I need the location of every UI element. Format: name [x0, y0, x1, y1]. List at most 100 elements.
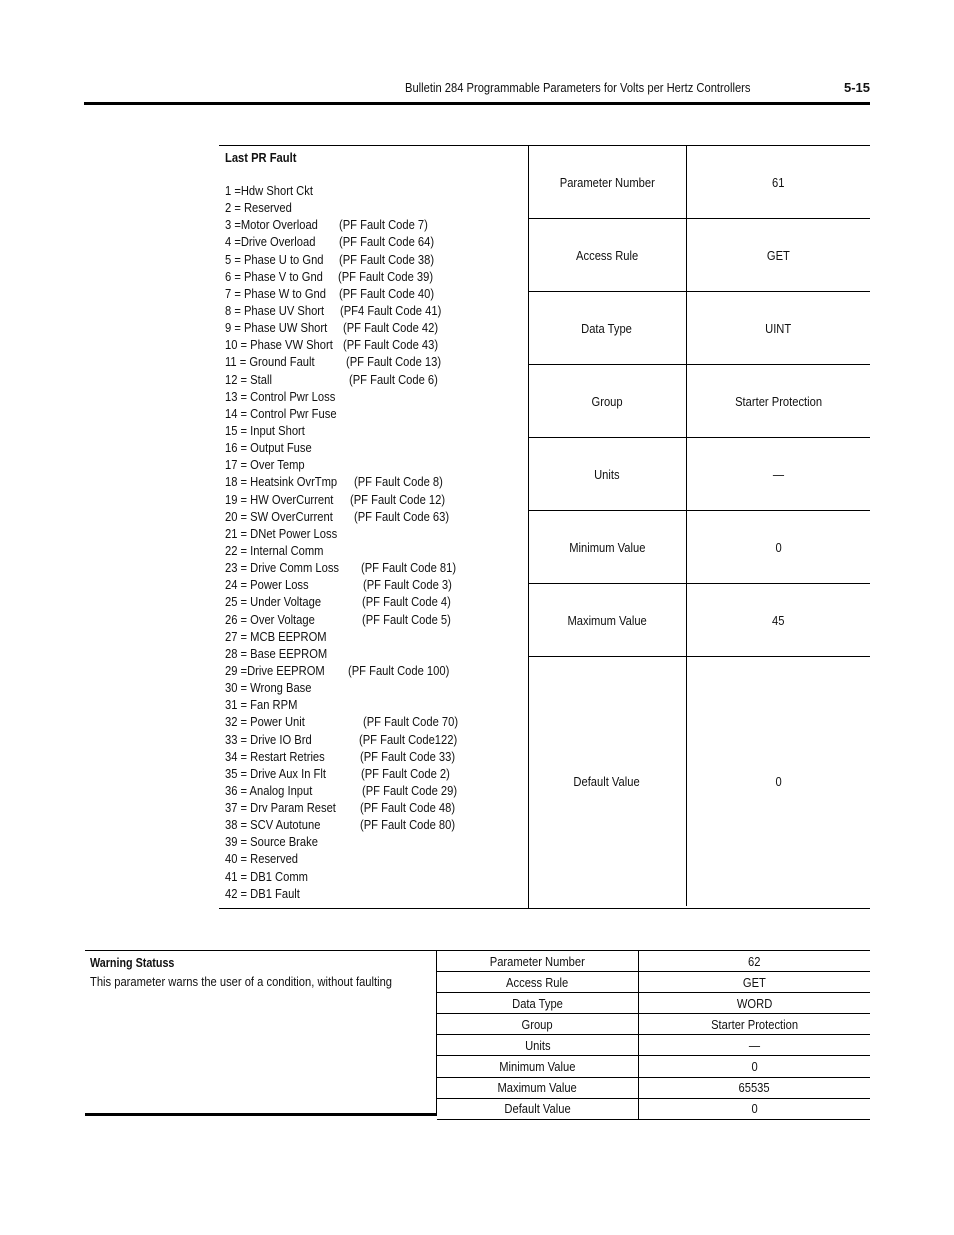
- property-label: Maximum Value: [528, 584, 687, 656]
- property-value-text: GET: [766, 247, 790, 263]
- property-value: 0: [639, 1056, 870, 1076]
- fault-name: 1 =Hdw Short Ckt: [225, 183, 313, 198]
- page-header: Bulletin 284 Programmable Parameters for…: [84, 78, 870, 102]
- fault-name: 35 = Drive Aux In Flt: [225, 765, 326, 781]
- pf-fault-code: (PF Fault Code 2): [361, 765, 450, 781]
- property-value-text: 62: [748, 953, 761, 969]
- pf-fault-code: (PF Fault Code 8): [354, 474, 443, 490]
- property-label-text: Access Rule: [506, 974, 569, 990]
- pf-fault-code: (PF Fault Code 64): [339, 234, 435, 250]
- pf-fault-code: (PF Fault Code 38): [339, 251, 435, 267]
- fault-name: 27 = MCB EEPROM: [225, 628, 327, 644]
- property-label: Minimum Value: [528, 511, 687, 583]
- property-value: GET: [639, 972, 870, 992]
- fault-name: 26 = Over Voltage: [225, 611, 315, 627]
- page-number: 5-15: [843, 80, 870, 95]
- pf-fault-code: (PF Fault Code 43): [343, 337, 439, 353]
- property-label-text: Units: [594, 466, 620, 482]
- pf-fault-code: (PF Fault Code 40): [339, 285, 435, 301]
- fault-name: 36 = Analog Input: [225, 782, 313, 798]
- warning-status-table: Warning Statuss This parameter warns the…: [85, 950, 870, 1120]
- property-row: Maximum Value 65535: [437, 1077, 870, 1099]
- parameter-description: This parameter warns the user of a condi…: [90, 974, 393, 989]
- fault-name: 37 = Drv Param Reset: [225, 800, 336, 816]
- property-row: Access Rule GET: [528, 219, 870, 292]
- property-value: 0: [639, 1099, 870, 1119]
- property-row: Parameter Number 62: [437, 951, 870, 973]
- pf-fault-code: (PF Fault Code 39): [338, 268, 434, 284]
- property-row: Parameter Number 61: [528, 146, 870, 219]
- property-value: 61: [687, 146, 870, 218]
- fault-name: 38 = SCV Autotune: [225, 817, 321, 833]
- property-row: Units —: [437, 1035, 870, 1057]
- pf-fault-code: (PF Fault Code 29): [362, 782, 458, 798]
- property-label: Access Rule: [528, 219, 687, 291]
- property-value: GET: [687, 219, 870, 291]
- property-label-text: Parameter Number: [559, 174, 655, 190]
- property-row: Data Type WORD: [437, 993, 870, 1015]
- pf-fault-code: (PF Fault Code 6): [349, 371, 438, 387]
- property-value: 62: [639, 951, 870, 971]
- fault-name: 8 = Phase UV Short: [225, 302, 325, 318]
- fault-name: 34 = Restart Retries: [225, 748, 325, 764]
- property-label: Data Type: [437, 993, 639, 1014]
- fault-name: 19 = HW OverCurrent: [225, 491, 334, 507]
- pf-fault-code: (PF Fault Code 7): [339, 217, 428, 233]
- property-value-text: Starter Protection: [711, 1016, 798, 1032]
- fault-name: 31 = Fan RPM: [225, 697, 298, 713]
- pf-fault-code: (PF Fault Code 80): [360, 817, 456, 833]
- pf-fault-code: (PF Fault Code 42): [343, 320, 439, 336]
- property-row: Minimum Value 0: [437, 1056, 870, 1078]
- property-label: Group: [437, 1014, 639, 1035]
- property-label-text: Group: [591, 393, 623, 409]
- property-value: —: [687, 438, 870, 510]
- header-rule: [84, 102, 870, 105]
- property-row: Minimum Value 0: [528, 511, 870, 584]
- property-label-text: Default Value: [504, 1101, 571, 1117]
- property-value-text: UINT: [765, 320, 792, 336]
- property-label-text: Data Type: [512, 995, 563, 1011]
- property-label-text: Parameter Number: [489, 953, 586, 969]
- fault-name: 16 = Output Fuse: [225, 440, 312, 456]
- property-row: Default Value 0: [528, 657, 870, 906]
- fault-name: 3 =Motor Overload: [225, 217, 318, 233]
- property-label-text: Units: [524, 1037, 551, 1053]
- fault-name: 5 = Phase U to Gnd: [225, 251, 324, 267]
- fault-name: 32 = Power Unit: [225, 714, 305, 730]
- fault-name: 14 = Control Pwr Fuse: [225, 405, 337, 421]
- property-value: Starter Protection: [687, 365, 870, 437]
- property-row: Maximum Value 45: [528, 584, 870, 657]
- header-title: Bulletin 284 Programmable Parameters for…: [405, 80, 751, 95]
- fault-name: 10 = Phase VW Short: [225, 337, 333, 353]
- property-label: Units: [437, 1035, 639, 1056]
- property-value-text: Starter Protection: [735, 393, 822, 409]
- property-row: Group Starter Protection: [437, 1014, 870, 1036]
- fault-name: 23 = Drive Comm Loss: [225, 560, 340, 576]
- pf-fault-code: (PF Fault Code 63): [354, 508, 450, 524]
- property-row: Data Type UINT: [528, 292, 870, 365]
- property-label: Group: [528, 365, 687, 437]
- fault-name: 42 = DB1 Fault: [225, 885, 300, 901]
- warning-status-properties: Parameter Number 62 Access Rule GET Data Typ…: [437, 951, 870, 1120]
- property-value: —: [639, 1035, 870, 1055]
- property-label-text: Group: [521, 1016, 554, 1032]
- fault-name: 30 = Wrong Base: [225, 680, 312, 696]
- property-row: Group Starter Protection: [528, 365, 870, 438]
- property-value-text: 61: [772, 174, 785, 190]
- property-value-text: 0: [751, 1059, 758, 1075]
- fault-name: 28 = Base EEPROM: [225, 645, 328, 661]
- property-label: Default Value: [437, 1098, 639, 1119]
- property-label-text: Maximum Value: [567, 612, 647, 628]
- fault-name: 20 = SW OverCurrent: [225, 508, 333, 524]
- last-pr-fault-properties: Parameter Number 61 Access Rule GET Data Typ…: [528, 146, 870, 908]
- fault-name: 6 = Phase V to Gnd: [225, 268, 323, 284]
- parameter-title: Warning Statuss: [90, 956, 175, 970]
- parameter-title: Last PR Fault: [225, 150, 297, 165]
- pf-fault-code: (PF Fault Code 81): [361, 560, 457, 576]
- property-value: WORD: [639, 993, 870, 1013]
- fault-name: 2 = Reserved: [225, 200, 292, 216]
- property-label-text: Minimum Value: [499, 1059, 576, 1075]
- property-value-text: —: [748, 1037, 761, 1053]
- pf-fault-code: (PF Fault Code 100): [348, 662, 450, 678]
- property-value: Starter Protection: [639, 1014, 870, 1034]
